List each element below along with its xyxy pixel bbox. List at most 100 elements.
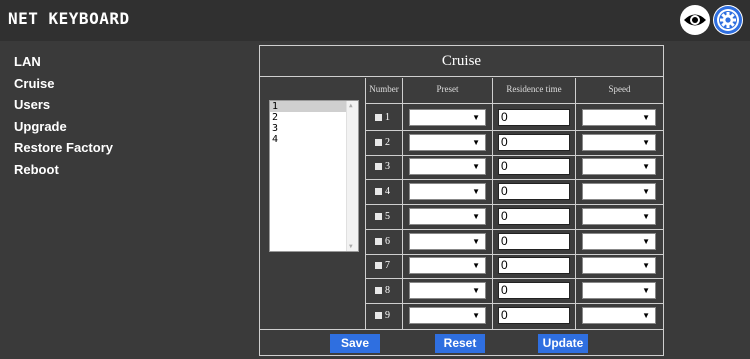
save-button[interactable]: Save (330, 334, 380, 353)
row-number: 9 (385, 309, 390, 321)
row-checkbox[interactable] (375, 262, 382, 270)
dropdown-arrow-icon: ▼ (472, 285, 480, 295)
listbox-scrollbar[interactable]: ▲ ▼ (346, 101, 358, 251)
dropdown-arrow-icon: ▼ (642, 285, 650, 295)
residence-time-input[interactable]: 0 (498, 158, 570, 176)
speed-select[interactable]: ▼ (582, 281, 656, 299)
dropdown-arrow-icon: ▼ (472, 261, 480, 271)
row-number-cell: 5 (375, 211, 399, 223)
row-checkbox[interactable] (375, 138, 382, 146)
column-header-preset: Preset (436, 84, 459, 94)
row-number: 6 (385, 235, 390, 247)
preset-select[interactable]: ▼ (409, 281, 486, 299)
dropdown-arrow-icon: ▼ (472, 162, 480, 172)
route-option[interactable]: 3 (270, 123, 358, 134)
cruise-table: Number Preset Residence time Speed 1 ▼ 0 ▼ 2… (365, 78, 664, 329)
row-number: 5 (385, 210, 390, 222)
reset-button[interactable]: Reset (435, 334, 485, 353)
row-number-cell: 6 (375, 236, 399, 248)
row-number-cell: 2 (375, 137, 399, 149)
dropdown-arrow-icon: ▼ (642, 113, 650, 122)
top-bar: NET KEYBOARD (0, 0, 750, 41)
preset-select[interactable]: ▼ (409, 183, 486, 201)
dropdown-arrow-icon: ▼ (642, 310, 650, 320)
panel-title: Cruise (260, 46, 663, 77)
route-option[interactable]: 1 (270, 101, 358, 112)
sidebar-item-restore-factory[interactable]: Restore Factory (14, 139, 214, 161)
sidebar-item-lan[interactable]: LAN (14, 53, 214, 75)
row-number-cell: 8 (375, 285, 399, 297)
dropdown-arrow-icon: ▼ (472, 137, 480, 147)
row-number: 4 (385, 186, 390, 198)
row-number: 1 (385, 112, 390, 123)
route-option[interactable]: 4 (270, 134, 358, 145)
dropdown-arrow-icon: ▼ (642, 137, 650, 147)
residence-time-input[interactable]: 0 (498, 133, 570, 151)
scroll-up-icon[interactable]: ▲ (349, 102, 353, 109)
route-listbox[interactable]: 1 2 3 4 ▲ ▼ (269, 100, 359, 252)
residence-time-input[interactable]: 0 (498, 306, 570, 324)
row-number: 8 (385, 284, 390, 296)
dropdown-arrow-icon: ▼ (642, 261, 650, 271)
row-checkbox[interactable] (375, 311, 382, 319)
sidebar-item-upgrade[interactable]: Upgrade (14, 118, 214, 140)
dropdown-arrow-icon: ▼ (642, 187, 650, 197)
row-number: 2 (385, 136, 390, 148)
update-button[interactable]: Update (538, 334, 588, 353)
column-header-number: Number (369, 84, 399, 94)
speed-select[interactable]: ▼ (582, 109, 656, 126)
gear-icon[interactable] (713, 5, 743, 35)
sidebar: LAN Cruise Users Upgrade Restore Factory… (14, 53, 214, 182)
cruise-panel: Cruise 1 2 3 4 ▲ ▼ Number Preset Residen… (259, 45, 664, 356)
row-number-cell: 7 (375, 260, 399, 272)
speed-select[interactable]: ▼ (582, 207, 656, 225)
residence-time-input[interactable]: 0 (498, 183, 570, 201)
dropdown-arrow-icon: ▼ (642, 236, 650, 246)
row-checkbox[interactable] (375, 237, 382, 245)
dropdown-arrow-icon: ▼ (642, 211, 650, 221)
residence-time-input[interactable]: 0 (498, 109, 570, 126)
route-option[interactable]: 2 (270, 112, 358, 123)
row-number-cell: 3 (375, 161, 399, 173)
row-number-cell: 9 (375, 310, 399, 322)
row-checkbox[interactable] (375, 212, 382, 220)
row-checkbox[interactable] (375, 188, 382, 196)
row-number: 3 (385, 161, 390, 173)
dropdown-arrow-icon: ▼ (472, 187, 480, 197)
row-number-cell: 4 (375, 186, 399, 198)
speed-select[interactable]: ▼ (582, 183, 656, 201)
column-header-residence-time: Residence time (506, 84, 562, 94)
row-checkbox[interactable] (375, 163, 382, 171)
row-checkbox[interactable] (375, 286, 382, 294)
scroll-down-icon[interactable]: ▼ (349, 243, 353, 250)
dropdown-arrow-icon: ▼ (642, 162, 650, 172)
residence-time-input[interactable]: 0 (498, 232, 570, 250)
sidebar-item-cruise[interactable]: Cruise (14, 75, 214, 97)
dropdown-arrow-icon: ▼ (472, 236, 480, 246)
speed-select[interactable]: ▼ (582, 306, 656, 324)
row-number-cell: 1 (375, 112, 399, 124)
preset-select[interactable]: ▼ (409, 232, 486, 250)
preset-select[interactable]: ▼ (409, 257, 486, 275)
speed-select[interactable]: ▼ (582, 257, 656, 275)
speed-select[interactable]: ▼ (582, 133, 656, 151)
preset-select[interactable]: ▼ (409, 306, 486, 324)
row-number: 7 (385, 260, 390, 272)
eye-icon[interactable] (680, 5, 710, 35)
dropdown-arrow-icon: ▼ (472, 211, 480, 221)
preset-select[interactable]: ▼ (409, 207, 486, 225)
preset-select[interactable]: ▼ (409, 133, 486, 151)
row-checkbox[interactable] (375, 114, 382, 121)
speed-select[interactable]: ▼ (582, 158, 656, 176)
sidebar-item-reboot[interactable]: Reboot (14, 161, 214, 183)
speed-select[interactable]: ▼ (582, 232, 656, 250)
preset-select[interactable]: ▼ (409, 109, 486, 126)
residence-time-input[interactable]: 0 (498, 207, 570, 225)
sidebar-item-users[interactable]: Users (14, 96, 214, 118)
residence-time-input[interactable]: 0 (498, 257, 570, 275)
dropdown-arrow-icon: ▼ (472, 113, 480, 122)
column-header-speed: Speed (608, 84, 631, 94)
residence-time-input[interactable]: 0 (498, 281, 570, 299)
dropdown-arrow-icon: ▼ (472, 310, 480, 320)
preset-select[interactable]: ▼ (409, 158, 486, 176)
